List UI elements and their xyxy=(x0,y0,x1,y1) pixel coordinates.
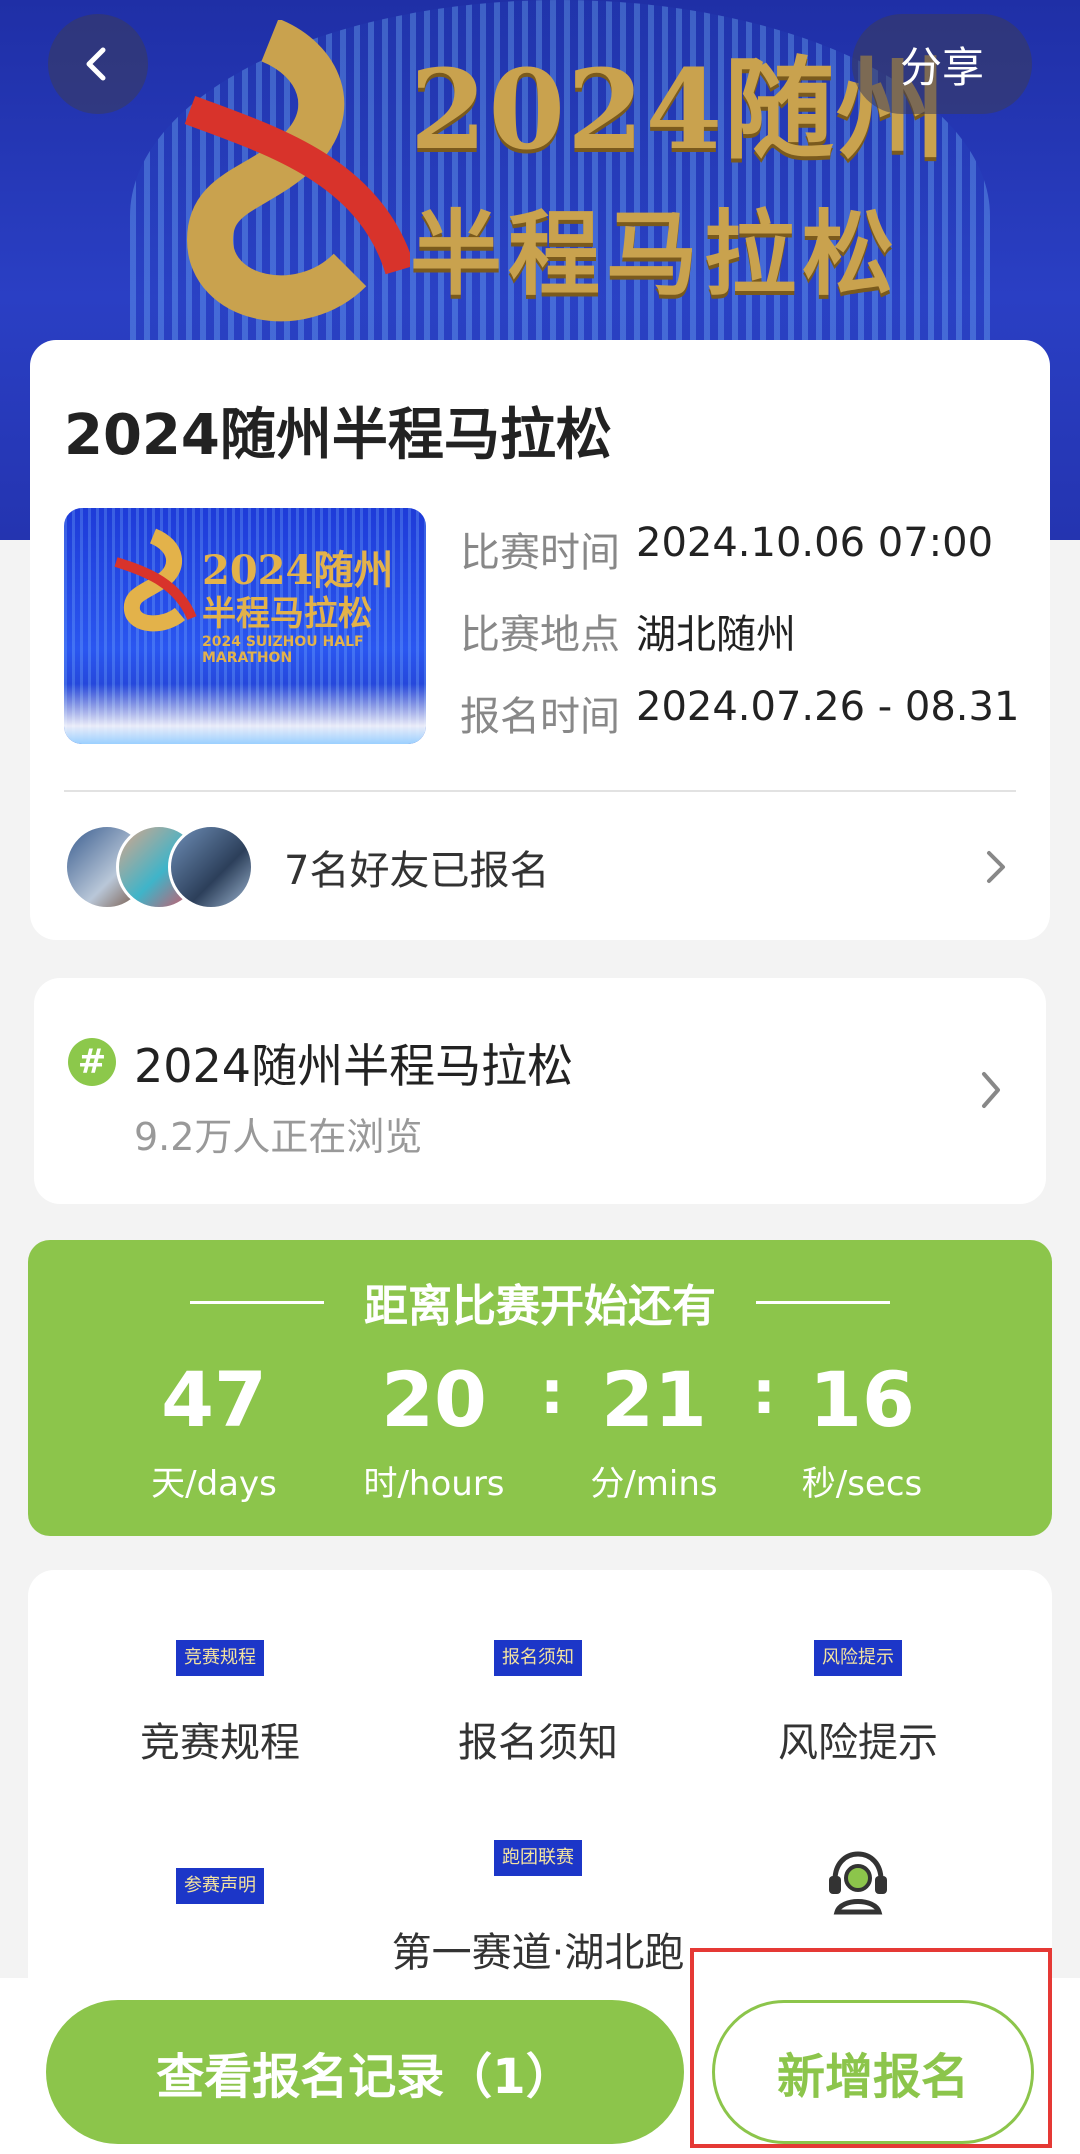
chevron-right-icon xyxy=(976,1068,1006,1116)
divider xyxy=(756,1300,890,1304)
friends-count-text: 7名好友已报名 xyxy=(284,848,550,894)
days-value: 47 xyxy=(161,1355,267,1444)
banner-subtitle: 半程马拉松 xyxy=(410,200,901,308)
menu-item-label: 竞赛规程 xyxy=(140,1720,300,1766)
share-button[interactable]: 分享 xyxy=(852,14,1032,114)
topic-viewers: 9.2万人正在浏览 xyxy=(134,1115,423,1159)
poster-english: 2024 SUIZHOU HALF MARATHON xyxy=(202,634,364,666)
days-label: 天/days xyxy=(151,1464,277,1504)
poster-logo-icon xyxy=(114,528,197,632)
hours-value: 20 xyxy=(381,1355,487,1444)
highlight-box xyxy=(690,1948,1052,2148)
countdown-seconds: 16 秒/secs xyxy=(762,1350,962,1505)
menu-item-label: 报名须知 xyxy=(458,1720,618,1766)
minutes-label: 分/mins xyxy=(590,1464,718,1504)
chevron-right-icon xyxy=(976,847,1016,887)
hashtag-icon: # xyxy=(68,1038,116,1086)
seconds-label: 秒/secs xyxy=(801,1464,923,1504)
info-label: 报名时间 xyxy=(460,694,620,740)
minutes-value: 21 xyxy=(601,1355,707,1444)
topic-title: 2024随州半程马拉松 xyxy=(134,1039,574,1093)
poster-skyline xyxy=(64,684,426,744)
headset-icon xyxy=(829,1851,887,1915)
registration-time-value: 2024.07.26 - 08.31 xyxy=(636,684,1020,730)
event-title: 2024随州半程马拉松 xyxy=(64,403,612,468)
race-location-value: 湖北随州 xyxy=(636,612,796,658)
countdown-minutes: 21 分/mins xyxy=(554,1350,754,1505)
league-thumbnail: 跑团联赛 xyxy=(494,1840,582,1876)
view-registration-records-button[interactable]: 查看报名记录（1） xyxy=(46,2000,684,2144)
event-poster[interactable]: 2024随州 半程马拉松 2024 SUIZHOU HALF MARATHON xyxy=(64,508,426,744)
race-time-row: 比赛时间 2024.10.06 07:00 xyxy=(460,520,993,578)
friends-registered-row[interactable]: 7名好友已报名 xyxy=(64,822,1016,912)
risk-thumbnail: 风险提示 xyxy=(814,1640,902,1676)
menu-item-running-league[interactable]: 跑团联赛 第一赛道·湖北跑 xyxy=(388,1840,688,1978)
friend-avatars xyxy=(64,824,254,910)
menu-item-notice[interactable]: 报名须知 报名须知 xyxy=(388,1640,688,1768)
race-time-value: 2024.10.06 07:00 xyxy=(636,520,994,566)
menu-item-declaration[interactable]: 参赛声明 xyxy=(70,1868,370,1904)
menu-item-customer-service[interactable] xyxy=(708,1846,1008,1920)
countdown-days: 47 天/days xyxy=(114,1350,314,1505)
menu-item-risk[interactable]: 风险提示 风险提示 xyxy=(708,1640,1008,1768)
countdown-title: 距离比赛开始还有 xyxy=(364,1281,716,1332)
countdown-hours: 20 时/hours xyxy=(334,1350,534,1505)
info-label: 比赛地点 xyxy=(460,612,620,658)
countdown-panel: 距离比赛开始还有 47 天/days 20 时/hours : 21 分/min… xyxy=(28,1240,1052,1536)
race-location-row: 比赛地点 湖北随州 xyxy=(460,602,796,660)
rules-thumbnail: 竞赛规程 xyxy=(176,1640,264,1676)
avatar xyxy=(168,824,254,910)
declaration-thumbnail: 参赛声明 xyxy=(176,1868,264,1904)
chevron-left-icon xyxy=(86,47,106,81)
topic-card[interactable]: # 2024随州半程马拉松 9.2万人正在浏览 xyxy=(34,978,1046,1204)
poster-subtitle: 半程马拉松 xyxy=(202,594,372,634)
marathon-logo-icon xyxy=(184,20,410,322)
divider xyxy=(190,1300,324,1304)
back-button[interactable] xyxy=(48,14,148,114)
seconds-value: 16 xyxy=(809,1355,915,1444)
notice-thumbnail: 报名须知 xyxy=(494,1640,582,1676)
event-info-card: 2024随州半程马拉松 2024随州 半程马拉松 2024 SUIZHOU HA… xyxy=(30,340,1050,940)
menu-item-label: 风险提示 xyxy=(778,1720,938,1766)
registration-time-row: 报名时间 2024.07.26 - 08.31 xyxy=(460,684,1019,742)
hours-label: 时/hours xyxy=(363,1464,505,1504)
info-label: 比赛时间 xyxy=(460,530,620,576)
menu-item-label: 第一赛道·湖北跑 xyxy=(391,1930,685,1976)
divider xyxy=(64,790,1016,792)
menu-item-rules[interactable]: 竞赛规程 竞赛规程 xyxy=(70,1640,370,1768)
